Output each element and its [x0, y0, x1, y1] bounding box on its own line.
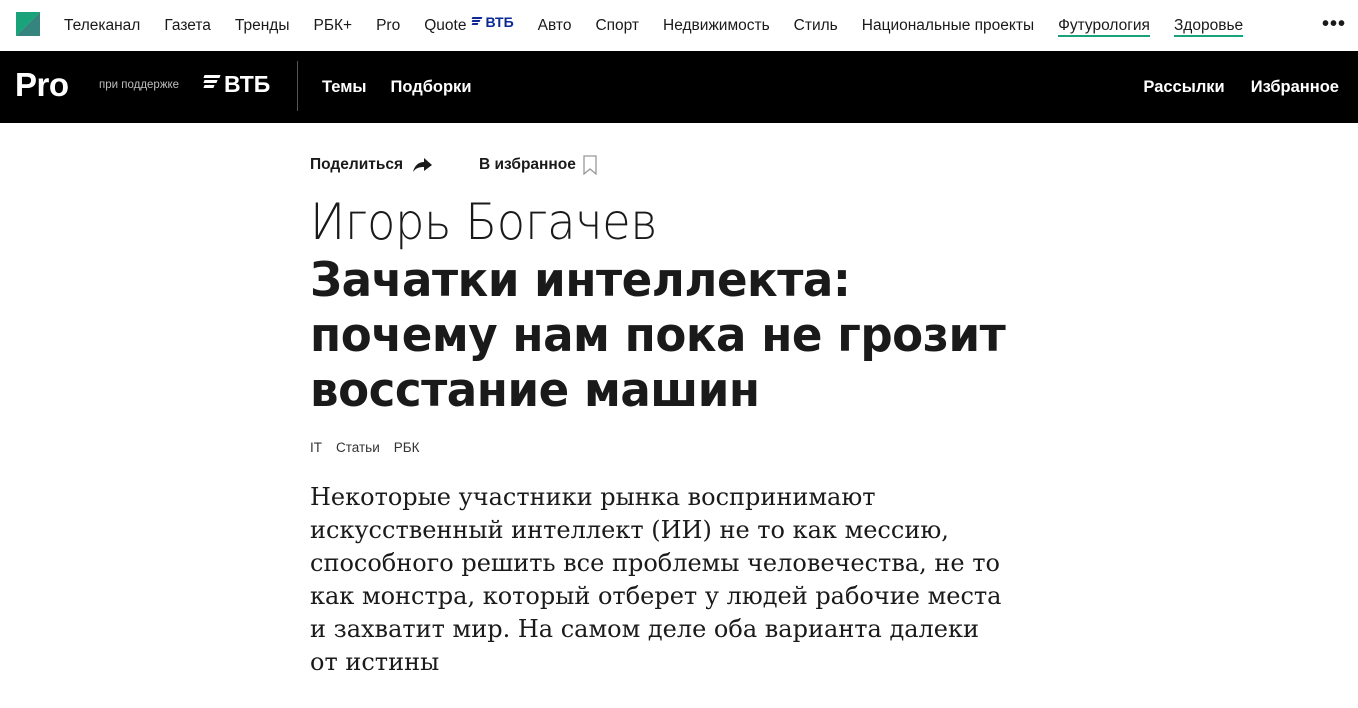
pro-header-bar: Pro при поддержке ВТБ Темы Подборки Расс… [0, 51, 1358, 123]
top-navigation-bar: Телеканал Газета Тренды РБК+ Pro Quote ВТБ Авто… [0, 0, 1358, 51]
vtb-logo-text: ВТБ [224, 71, 271, 97]
top-nav-item-label: Спорт [595, 16, 640, 34]
article-lead: Некоторые участники рынка воспринимают и… [310, 483, 1002, 676]
top-nav-item[interactable]: Газета [164, 0, 211, 51]
top-nav-item[interactable]: Quote ВТБ [424, 0, 513, 51]
tag-rbc[interactable]: РБК [394, 440, 420, 455]
favorite-label: В избранное [479, 156, 576, 173]
top-nav-item-label: РБК+ [313, 16, 353, 34]
top-nav-item-label: Телеканал [64, 16, 141, 34]
vtb-logo: ВТБ [203, 71, 271, 98]
top-nav-item-label: Национальные проекты [861, 16, 1035, 34]
newsletters-link[interactable]: Рассылки [1143, 78, 1224, 97]
top-nav-item-label: Авто [537, 16, 572, 34]
article-author[interactable]: Игорь Богачев [310, 193, 658, 251]
collections-link[interactable]: Подборки [391, 78, 472, 97]
top-nav-item-label: Недвижимость [663, 16, 770, 34]
tag-it[interactable]: IT [310, 440, 322, 455]
more-horizontal-icon[interactable]: ••• [1322, 13, 1346, 36]
topics-link[interactable]: Темы [322, 78, 367, 97]
share-button[interactable]: Поделиться [310, 156, 433, 174]
vtb-small-logo: ВТБ [472, 13, 514, 30]
top-nav-item[interactable]: РБК+ [314, 0, 353, 51]
top-nav-item[interactable]: Авто [538, 0, 572, 51]
share-label: Поделиться [310, 156, 404, 173]
add-to-favorites-button[interactable]: В избранное [479, 155, 598, 175]
top-nav-item-label: Тренды [234, 16, 290, 34]
top-nav-item-label: Футурология [1058, 16, 1150, 34]
top-nav-item[interactable]: Национальные проекты [862, 0, 1034, 51]
article-headline: Зачатки интеллекта: почему нам пока не г… [310, 253, 1006, 418]
top-nav-item[interactable]: Тренды [235, 0, 290, 51]
favorites-link[interactable]: Избранное [1251, 78, 1339, 97]
support-text: при поддержке [99, 79, 180, 91]
pro-right-links: Рассылки Избранное [1143, 51, 1339, 123]
vtb-bars-icon [472, 17, 483, 26]
top-nav-item-label: Pro [376, 16, 401, 34]
top-nav-item[interactable]: Телеканал [64, 0, 140, 51]
top-nav-list: Телеканал Газета Тренды РБК+ Pro Quote ВТБ Авто… [64, 0, 1267, 51]
article-actions: Поделиться В избранное [310, 155, 598, 175]
vtb-bars-icon [203, 74, 222, 89]
tag-articles[interactable]: Статьи [336, 440, 380, 455]
article-tags: IT Статьи РБК [310, 440, 419, 455]
pro-logo[interactable]: Pro [15, 66, 69, 104]
header-divider [297, 61, 298, 111]
top-nav-item-label: Здоровье [1173, 16, 1244, 34]
top-nav-item[interactable]: Здоровье [1173, 0, 1244, 51]
top-nav-item-label: Газета [164, 16, 211, 34]
top-nav-item[interactable]: Спорт [595, 0, 639, 51]
top-nav-item[interactable]: Pro [376, 0, 400, 51]
top-nav-item[interactable]: Стиль [794, 0, 838, 51]
vtb-small-logo-text: ВТБ [485, 13, 514, 30]
bookmark-icon [583, 155, 597, 175]
top-nav-item-label: Quote [424, 16, 467, 34]
top-nav-item-label: Стиль [793, 16, 838, 34]
top-nav-item[interactable]: Недвижимость [663, 0, 770, 51]
top-nav-item[interactable]: Футурология [1058, 0, 1150, 51]
pro-left-links: Темы Подборки [322, 51, 471, 123]
rbc-logo[interactable] [16, 12, 40, 36]
share-arrow-icon [413, 158, 433, 172]
